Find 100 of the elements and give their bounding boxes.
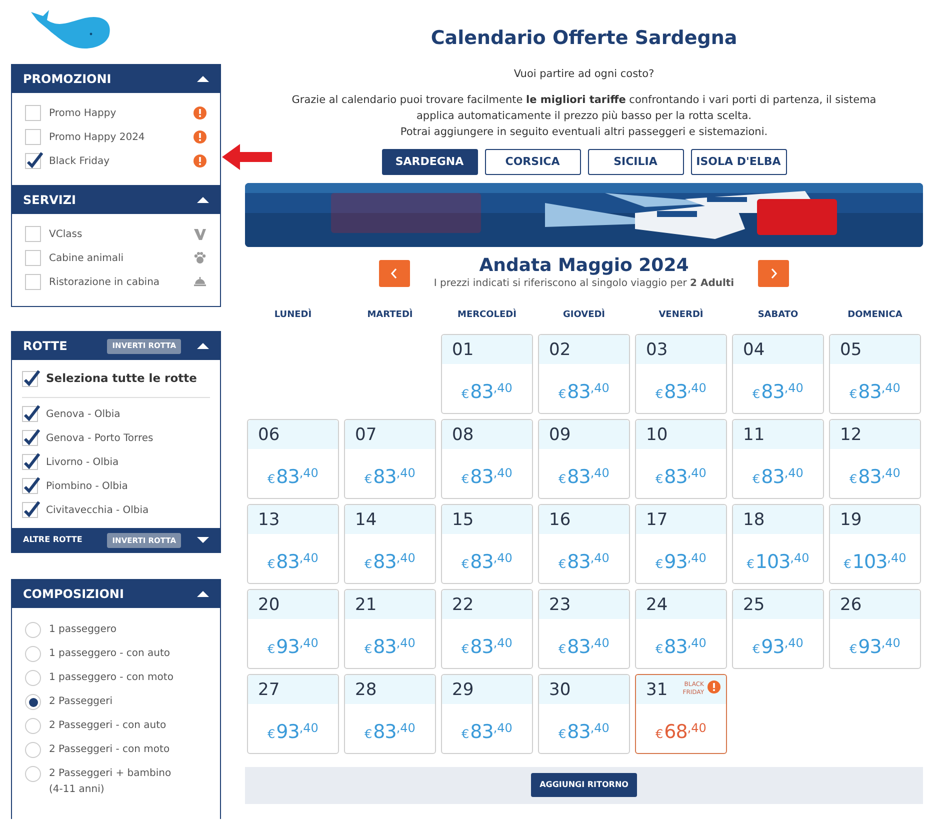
panel-header[interactable]: COMPOSIZIONI [12,580,220,608]
day-cell[interactable]: 15 €83$^{,40}$ [441,504,533,584]
option-label: 1 passeggero - con moto [49,671,174,686]
checkbox[interactable] [25,274,41,290]
radio-button[interactable] [25,694,41,710]
price: €83$^{,40}$ [850,380,900,406]
day-number: 18 [743,508,765,531]
price: €83$^{,40}$ [364,465,416,490]
price: €83$^{,40}$ [752,380,804,406]
radio-button[interactable] [25,766,41,782]
cloche-icon [193,275,207,289]
day-cell[interactable]: 08 €83$^{,40}$ [441,418,533,499]
alert-badge-icon [707,680,721,694]
checkbox[interactable] [25,226,41,242]
price: €83$^{,40}$ [462,720,512,746]
day-cell[interactable]: 05 €83$^{,40}$ [829,334,921,414]
arrow-icon [222,144,272,170]
radio-button[interactable] [25,622,41,638]
day-number: 03 [646,338,668,361]
day-number: 01 [452,338,474,361]
day-cell[interactable]: 23 €83$^{,40}$ [538,588,630,669]
radio-button[interactable] [25,646,41,662]
previous-month-button[interactable] [378,260,410,287]
subtitle: Vuoi partire ad ogni costo? [514,66,654,82]
day-cell[interactable]: 22 €83$^{,40}$ [441,588,533,669]
checkbox[interactable] [25,250,41,266]
day-cell[interactable]: 11 €83$^{,40}$ [732,418,824,499]
panel-footer-title: ALTRE ROTTE [23,534,84,546]
day-cell[interactable]: 02 €83$^{,40}$ [538,334,630,414]
day-cell[interactable]: 09 €83$^{,40}$ [538,418,630,499]
day-cell[interactable]: 19 €103$^{,40}$ [829,504,921,584]
day-cell[interactable]: 28 €83$^{,40}$ [344,674,436,754]
day-number: 05 [840,338,862,361]
day-cell[interactable]: 04 €83$^{,40}$ [732,334,824,414]
checkbox[interactable] [22,478,38,494]
region-tab[interactable]: SICILIA [588,149,684,176]
day-cell[interactable]: 07 €83$^{,40}$ [344,418,436,499]
paw-icon [193,251,207,265]
day-cell[interactable]: 27 €93$^{,40}$ [247,674,339,754]
weekday-header: LUNEDÌ [273,309,313,322]
region-tab[interactable]: SARDEGNA [382,149,478,176]
price: €83$^{,40}$ [558,380,610,406]
day-cell[interactable]: 12 €83$^{,40}$ [829,418,921,499]
day-cell[interactable]: 21 €83$^{,40}$ [344,588,436,669]
day-number: 21 [355,594,377,616]
day-number: 16 [549,508,571,531]
day-number: 26 [840,594,862,616]
day-number: 22 [452,594,474,616]
panel-header[interactable]: SERVIZI [12,186,220,214]
day-cell[interactable]: 16 €83$^{,40}$ [538,504,630,584]
day-cell[interactable]: 20 €93$^{,40}$ [247,588,339,669]
region-tab[interactable]: CORSICA [484,149,580,176]
checkbox[interactable] [25,153,41,169]
day-number: 23 [549,594,571,616]
radio-button[interactable] [25,670,41,686]
day-cell[interactable]: 29 €83$^{,40}$ [441,674,533,754]
region-tab[interactable]: ISOLA D'ELBA [690,149,786,176]
price: €83$^{,40}$ [268,465,318,490]
day-number: 24 [646,594,668,616]
day-cell[interactable]: 17 €93$^{,40}$ [635,504,727,584]
day-cell[interactable]: 30 €83$^{,40}$ [538,674,630,754]
radio-button[interactable] [25,742,41,758]
option-label: 2 Passeggeri + bambino (4-11 anni) [49,767,172,798]
checkbox[interactable] [25,105,41,121]
radio-button[interactable] [25,718,41,734]
alert-badge-icon [193,154,207,168]
select-all-label: Seleziona tutte le rotte [46,370,197,387]
option-label: 2 Passeggeri - con moto [49,743,171,758]
price: €83$^{,40}$ [364,635,416,660]
day-cell[interactable]: 10 €83$^{,40}$ [635,418,727,499]
price: €93$^{,40}$ [752,635,804,660]
day-cell[interactable]: 13 €83$^{,40}$ [247,504,339,584]
day-cell[interactable]: 03 €83$^{,40}$ [635,334,727,414]
day-cell[interactable]: 25 €93$^{,40}$ [732,588,824,669]
panel-title: ROTTE [23,338,68,355]
next-month-button[interactable] [758,260,790,287]
alert-badge-icon [193,130,207,144]
day-cell[interactable]: 01 €83$^{,40}$ [441,334,533,414]
day-cell[interactable]: 14 €83$^{,40}$ [344,504,436,584]
day-number: 04 [743,338,765,361]
checkbox[interactable] [22,430,38,446]
day-cell[interactable]: 24 €83$^{,40}$ [635,588,727,669]
checkbox[interactable] [22,370,38,387]
day-cell[interactable]: 18 €103$^{,40}$ [732,504,824,584]
day-cell[interactable]: 26 €93$^{,40}$ [829,588,921,669]
day-number: 15 [452,508,474,531]
checkbox[interactable] [22,454,38,470]
add-return-button[interactable]: AGGIUNGI RITORNO [530,773,638,798]
checkbox[interactable] [22,406,38,422]
day-number: 12 [840,424,862,446]
checkbox[interactable] [25,129,41,145]
option-label: Ristorazione in cabina [49,276,161,290]
option-label: 1 passeggero [49,623,118,638]
day-number: 19 [840,508,862,531]
checkbox[interactable] [22,502,38,518]
panel-title: COMPOSIZIONI [23,586,125,604]
price: €83$^{,40}$ [656,465,706,490]
day-cell[interactable]: 06 €83$^{,40}$ [247,418,339,499]
panel-header[interactable]: PROMOZIONI [12,65,220,93]
price: €103$^{,40}$ [746,550,810,576]
